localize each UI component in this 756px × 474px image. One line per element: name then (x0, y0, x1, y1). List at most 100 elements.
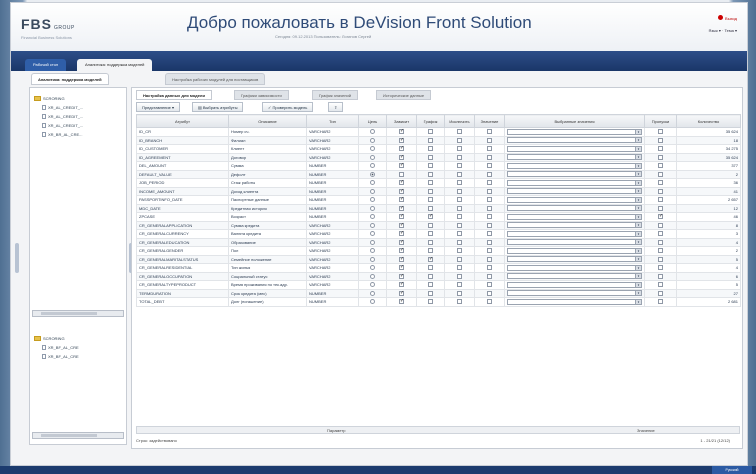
table-row[interactable]: ID_CRНомер сч.VARCHAR2 ▾ 35 624 (136, 127, 741, 137)
cell-goal[interactable] (358, 135, 387, 145)
exclude-checkbox[interactable] (457, 146, 462, 152)
chart-checkbox[interactable] (428, 273, 433, 279)
nav-tab-analytics[interactable]: Аналитика: поддержка моделей (77, 59, 153, 71)
cell-exclude[interactable] (444, 271, 475, 281)
missing-checkbox[interactable] (658, 146, 663, 152)
missing-checkbox[interactable] (658, 256, 663, 262)
cell-chart[interactable] (416, 254, 445, 264)
cell-value[interactable] (474, 169, 505, 179)
cell-chart[interactable] (416, 271, 445, 281)
cell-missing[interactable] (644, 288, 677, 298)
col-type[interactable]: Тип (306, 114, 359, 128)
table-row[interactable]: CR_GENERALOCCUPATION Социальный статус VAR… (136, 271, 741, 281)
chart-checkbox[interactable] (428, 231, 433, 237)
goal-radio[interactable] (370, 248, 375, 254)
missing-checkbox[interactable] (658, 129, 663, 135)
view-dropdown-button[interactable]: Представление ▾ (136, 102, 180, 112)
exclude-checkbox[interactable] (457, 205, 462, 211)
cell-missing[interactable] (644, 161, 677, 171)
scrollbar-thumb[interactable] (41, 434, 97, 437)
cell-chart[interactable] (416, 263, 445, 273)
cell-missing[interactable] (644, 135, 677, 145)
selected-values-select[interactable]: ▾ (507, 239, 642, 246)
goal-radio[interactable] (370, 188, 375, 194)
missing-checkbox[interactable] (658, 273, 663, 279)
table-row[interactable]: CR_GENERALTYPEPRODUCT Время проживания по… (136, 280, 741, 290)
tree-bottom-scrollbar[interactable] (32, 432, 124, 439)
exclude-checkbox[interactable] (457, 197, 462, 203)
cell-exclude[interactable] (444, 186, 475, 196)
cell-dependent[interactable] (386, 169, 417, 179)
missing-checkbox[interactable] (658, 231, 663, 237)
cell-value[interactable] (474, 280, 505, 290)
tab-model-data[interactable]: Настройка данных для модели (136, 90, 212, 100)
selected-values-select[interactable]: ▾ (507, 188, 642, 195)
cell-selected-values[interactable]: ▾ (504, 169, 645, 179)
cell-exclude[interactable] (444, 297, 475, 307)
value-checkbox[interactable] (487, 163, 492, 169)
goal-radio[interactable] (370, 273, 375, 279)
cell-chart[interactable] (416, 152, 445, 162)
tab-history[interactable]: Исторические данные (376, 90, 432, 100)
goal-radio[interactable] (370, 290, 375, 296)
cell-dependent[interactable] (386, 127, 417, 137)
dependent-checkbox[interactable] (399, 222, 404, 228)
cell-selected-values[interactable]: ▾ (504, 144, 645, 154)
table-row[interactable]: JOB_PERIODСтаж работыNUMBER ▾ 36 (136, 178, 741, 188)
missing-checkbox[interactable] (658, 163, 663, 169)
missing-checkbox[interactable] (658, 290, 663, 296)
cell-selected-values[interactable]: ▾ (504, 246, 645, 256)
cell-value[interactable] (474, 212, 505, 222)
cell-dependent[interactable] (386, 195, 417, 205)
cell-chart[interactable] (416, 280, 445, 290)
dependent-checkbox[interactable] (399, 290, 404, 296)
exclude-checkbox[interactable] (457, 180, 462, 186)
cell-goal[interactable] (358, 178, 387, 188)
cell-missing[interactable] (644, 178, 677, 188)
cell-goal[interactable] (358, 229, 387, 239)
cell-exclude[interactable] (444, 212, 475, 222)
export-icon[interactable]: ⇪ (328, 102, 344, 112)
cell-exclude[interactable] (444, 152, 475, 162)
cell-dependent[interactable] (386, 135, 417, 145)
cell-missing[interactable] (644, 229, 677, 239)
goal-radio[interactable] (370, 205, 375, 211)
goal-radio[interactable] (370, 180, 375, 186)
cell-dependent[interactable] (386, 161, 417, 171)
chart-checkbox[interactable] (428, 239, 433, 245)
cell-value[interactable] (474, 144, 505, 154)
cell-exclude[interactable] (444, 144, 475, 154)
value-checkbox[interactable] (487, 248, 492, 254)
table-row[interactable]: TERMDURATIONСрок кредита (мес)NUMBER ▾ 27 (136, 288, 741, 298)
cell-goal[interactable] (358, 263, 387, 273)
cell-exclude[interactable] (444, 237, 475, 247)
col-value[interactable]: Значение (474, 114, 505, 128)
exclude-checkbox[interactable] (457, 256, 462, 262)
goal-radio[interactable] (370, 231, 375, 237)
value-checkbox[interactable] (487, 222, 492, 228)
chart-checkbox[interactable] (428, 248, 433, 254)
selected-values-select[interactable]: ▾ (507, 179, 642, 186)
goal-radio[interactable] (370, 171, 375, 177)
exclude-checkbox[interactable] (457, 290, 462, 296)
goal-radio[interactable] (370, 129, 375, 135)
missing-checkbox[interactable] (658, 265, 663, 271)
dependent-checkbox[interactable] (399, 230, 404, 237)
cell-dependent[interactable] (386, 229, 417, 239)
chart-checkbox[interactable] (428, 154, 433, 160)
chart-checkbox[interactable] (428, 180, 433, 186)
table-row[interactable]: CR_GENERALCURRENCY Валюта кредита VARCHAR2… (136, 229, 741, 239)
chart-checkbox[interactable] (428, 282, 433, 288)
selected-values-select[interactable]: ▾ (507, 247, 642, 254)
exclude-checkbox[interactable] (457, 265, 462, 271)
selected-values-select[interactable]: ▾ (507, 154, 642, 161)
cell-selected-values[interactable]: ▾ (504, 127, 645, 137)
selected-values-select[interactable]: ▾ (507, 222, 642, 229)
cell-selected-values[interactable]: ▾ (504, 271, 645, 281)
cell-goal[interactable] (358, 288, 387, 298)
cell-missing[interactable] (644, 297, 677, 307)
cell-goal[interactable] (358, 212, 387, 222)
value-checkbox[interactable] (487, 129, 492, 135)
cell-value[interactable] (474, 161, 505, 171)
table-row[interactable]: CR_GENERALRESIDENTIALТип жильяVARCHAR2 ▾ 4 (136, 263, 741, 273)
